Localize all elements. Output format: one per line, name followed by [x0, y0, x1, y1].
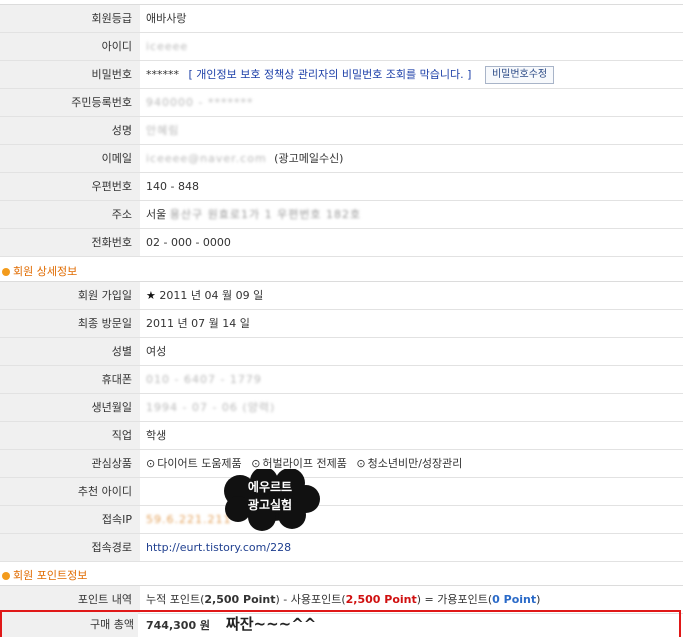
radio-icon: ⊙: [356, 457, 366, 470]
id-label: 아이디: [0, 33, 140, 60]
interests-label: 관심상품: [0, 450, 140, 477]
bubble-line2: 광고실험: [247, 498, 293, 512]
zipcode-value: 140 - 848: [146, 180, 199, 193]
bubble-line1: 에우르트: [247, 480, 293, 494]
row-zipcode: 우편번호 140 - 848: [0, 173, 683, 201]
row-join-date: 회원 가입일 ★ 2011 년 04 월 09 일: [0, 282, 683, 310]
grade-label: 회원등급: [0, 5, 140, 32]
address-city: 서울: [146, 208, 167, 221]
points-label: 포인트 내역: [0, 586, 140, 613]
name-label: 성명: [0, 117, 140, 144]
mobile-label: 휴대폰: [0, 366, 140, 393]
points-used-prefix: ) - 사용포인트(: [275, 593, 346, 606]
email-label: 이메일: [0, 145, 140, 172]
points-used-value: 2,500 Point: [345, 593, 417, 606]
row-route: 접속경로 http://eurt.tistory.com/228: [0, 534, 683, 562]
join-date-value: 2011 년 04 월 09 일: [159, 289, 264, 302]
row-interests: 관심상품 ⊙ 다이어트 도움제품 ⊙ 허벌라이프 전제품 ⊙ 청소년비만/성장관리: [0, 450, 683, 478]
change-password-button[interactable]: 비밀번호수정: [484, 66, 555, 84]
purchase-label: 구매 총액: [2, 612, 138, 637]
route-link[interactable]: http://eurt.tistory.com/228: [146, 541, 291, 554]
mobile-value: 010 - 6407 - 1779: [146, 373, 262, 386]
row-grade: 회원등급 애바사랑: [0, 5, 683, 33]
star-icon: ★: [146, 289, 156, 302]
birth-value: 1994 - 07 - 06 (양력): [146, 401, 276, 414]
password-note: [ 개인정보 보호 정책상 관리자의 비밀번호 조회를 막습니다. ]: [188, 68, 472, 81]
join-date-label: 회원 가입일: [0, 282, 140, 309]
job-value: 학생: [146, 429, 167, 442]
row-ip: 접속IP 59.6.221.211: [0, 506, 683, 534]
last-visit-value: 2011 년 07 월 14 일: [146, 317, 250, 330]
last-visit-label: 최종 방문일: [0, 310, 140, 337]
ssn-label: 주민등록번호: [0, 89, 140, 116]
row-name: 성명 안혜림: [0, 117, 683, 145]
row-email: 이메일 iceeee@naver.com (광고메일수신): [0, 145, 683, 173]
row-recommender: 추천 아이디: [0, 478, 683, 506]
point-section-title: 회원 포인트정보: [13, 569, 88, 582]
address-value: 용산구 원효로1가 1 우편번호 182호: [169, 208, 362, 221]
points-avail-suffix: ): [536, 593, 541, 606]
interest-item: 청소년비만/성장관리: [367, 457, 463, 470]
address-label: 주소: [0, 201, 140, 228]
route-label: 접속경로: [0, 534, 140, 561]
grade-value: 애바사랑: [146, 12, 187, 25]
email-optin: (광고메일수신): [274, 152, 344, 165]
row-mobile: 휴대폰 010 - 6407 - 1779: [0, 366, 683, 394]
basic-info-table: 회원등급 애바사랑 아이디 iceeee 비밀번호 ****** [ 개인정보 …: [0, 4, 683, 257]
detail-section-heading: 회원 상세정보: [0, 263, 77, 281]
points-avail-value: 0 Point: [492, 593, 537, 606]
points-accum-value: 2,500 Point: [204, 593, 276, 606]
detail-section-title: 회원 상세정보: [13, 265, 78, 278]
birth-label: 생년월일: [0, 394, 140, 421]
phone-value: 02 - 000 - 0000: [146, 236, 231, 249]
points-avail-prefix: ) = 가용포인트(: [416, 593, 493, 606]
row-birth: 생년월일 1994 - 07 - 06 (양력): [0, 394, 683, 422]
row-address: 주소 서울 용산구 원효로1가 1 우편번호 182호: [0, 201, 683, 229]
row-job: 직업 학생: [0, 422, 683, 450]
gender-value: 여성: [146, 345, 167, 358]
id-value: iceeee: [146, 40, 189, 53]
job-label: 직업: [0, 422, 140, 449]
bubble-text: 에우르트 광고실험: [218, 478, 322, 514]
zipcode-label: 우편번호: [0, 173, 140, 200]
purchase-note: 짜잔~~~^^: [225, 615, 317, 633]
password-value: ******: [146, 68, 179, 81]
detail-info-table: 회원 가입일 ★ 2011 년 04 월 09 일 최종 방문일 2011 년 …: [0, 281, 683, 562]
row-password: 비밀번호 ****** [ 개인정보 보호 정책상 관리자의 비밀번호 조회를 …: [0, 61, 683, 89]
row-phone: 전화번호 02 - 000 - 0000: [0, 229, 683, 257]
ip-label: 접속IP: [0, 506, 140, 533]
ssn-value: 940000 - *******: [146, 96, 254, 109]
email-value: iceeee@naver.com: [146, 152, 267, 165]
row-ssn: 주민등록번호 940000 - *******: [0, 89, 683, 117]
password-label: 비밀번호: [0, 61, 140, 88]
point-section-heading: 회원 포인트정보: [0, 567, 87, 585]
recommender-label: 추천 아이디: [0, 478, 140, 505]
row-gender: 성별 여성: [0, 338, 683, 366]
purchase-value-wrap: 744,300 원 짜잔~~~^^: [146, 612, 316, 638]
row-last-visit: 최종 방문일 2011 년 07 월 14 일: [0, 310, 683, 338]
points-accum-prefix: 누적 포인트(: [146, 593, 205, 606]
phone-label: 전화번호: [0, 229, 140, 256]
bullet-icon: [2, 572, 10, 580]
name-value: 안혜림: [146, 124, 180, 137]
row-id: 아이디 iceeee: [0, 33, 683, 61]
radio-icon: ⊙: [146, 457, 156, 470]
gender-label: 성별: [0, 338, 140, 365]
bullet-icon: [2, 268, 10, 276]
purchase-value: 744,300 원: [146, 619, 211, 632]
